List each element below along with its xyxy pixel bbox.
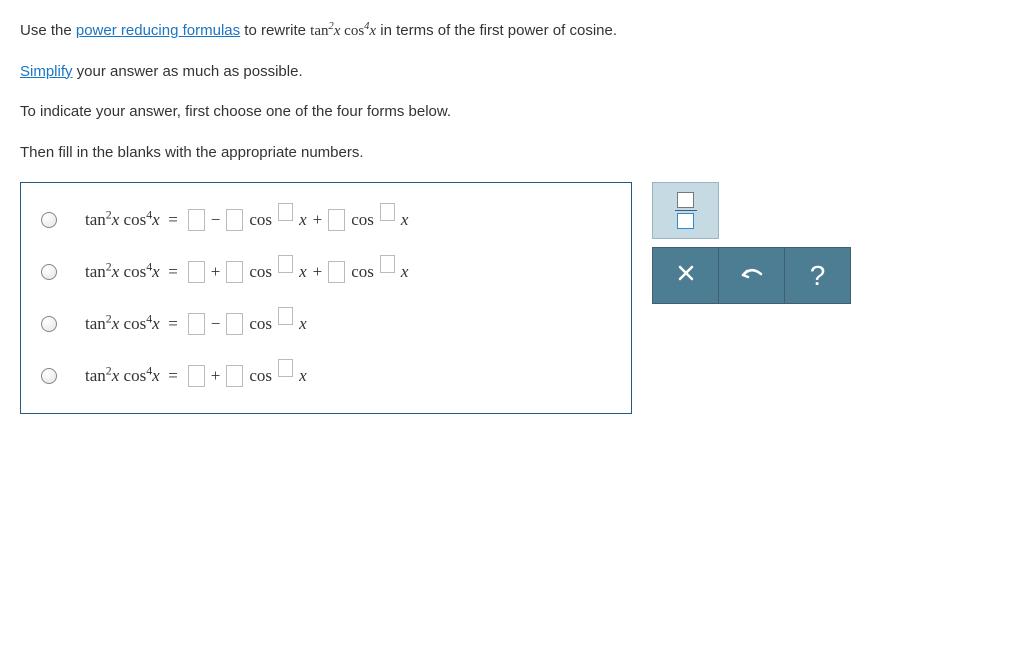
blank-exponent-input[interactable] [278,359,293,377]
option-4-expression: tan2x cos4x = + cos x [85,365,307,387]
var: x [152,314,160,333]
var: x [112,314,120,333]
option-1-radio[interactable] [41,212,57,228]
option-4-radio[interactable] [41,368,57,384]
text: your answer as much as possible. [73,63,303,80]
blank-exponent-input[interactable] [278,203,293,221]
var: x [112,366,120,385]
blank-exponent-input[interactable] [278,255,293,273]
help-icon: ? [810,260,826,292]
blank-input[interactable] [188,365,205,387]
cos-label: cos [249,262,272,282]
equals: = [168,314,178,333]
blank-input[interactable] [226,209,243,231]
option-1: tan2x cos4x = − cos x + cos x [41,209,601,231]
plus-op: + [313,262,323,282]
instruction-line-2: Simplify your answer as much as possible… [20,61,1004,84]
equals: = [168,262,178,281]
undo-icon [739,264,765,288]
cos-label: cos [351,262,374,282]
plus-op: + [313,210,323,230]
plus-op: + [211,262,221,282]
cos-label: cos [124,210,147,229]
option-4: tan2x cos4x = + cos x [41,365,601,387]
var: x [299,314,307,334]
power-reducing-formulas-link[interactable]: power reducing formulas [76,22,240,39]
option-3-radio[interactable] [41,316,57,332]
var: x [152,210,160,229]
blank-exponent-input[interactable] [380,203,395,221]
instruction-line-3: To indicate your answer, first choose on… [20,101,1004,124]
text: Use the [20,22,76,39]
undo-button[interactable] [719,247,785,304]
plus-op: + [211,366,221,386]
var: x [299,262,307,282]
fraction-button[interactable] [652,182,719,239]
option-3: tan2x cos4x = − cos x [41,313,601,335]
cos-label: cos [249,210,272,230]
option-2: tan2x cos4x = + cos x + cos x [41,261,601,283]
instruction-line-4: Then fill in the blanks with the appropr… [20,142,1004,165]
cos-label: cos [124,262,147,281]
cos-label: cos [124,314,147,333]
blank-input[interactable] [188,209,205,231]
tan-label: tan [85,314,106,333]
blank-input[interactable] [226,313,243,335]
blank-exponent-input[interactable] [380,255,395,273]
option-2-radio[interactable] [41,264,57,280]
option-3-expression: tan2x cos4x = − cos x [85,313,307,335]
var: x [112,210,120,229]
toolbar: ? [652,182,851,304]
blank-input[interactable] [226,261,243,283]
minus-op: − [211,314,221,334]
close-icon [676,263,696,289]
var: x [152,262,160,281]
text: in terms of the first power of cosine. [376,22,617,39]
cos-label: cos [249,314,272,334]
instruction-line-1: Use the power reducing formulas to rewri… [20,20,1004,43]
blank-input[interactable] [328,209,345,231]
option-2-expression: tan2x cos4x = + cos x + cos x [85,261,408,283]
tan-label: tan [85,210,106,229]
var: x [299,366,307,386]
blank-input[interactable] [328,261,345,283]
cos-label: cos [249,366,272,386]
cos-label: cos [351,210,374,230]
minus-op: − [211,210,221,230]
equals: = [168,366,178,385]
answer-options-box: tan2x cos4x = − cos x + cos x [20,182,632,414]
tan-label: tan [85,366,106,385]
var: x [401,210,409,230]
var: x [152,366,160,385]
var: x [299,210,307,230]
cos-label: cos [124,366,147,385]
blank-input[interactable] [188,261,205,283]
simplify-link[interactable]: Simplify [20,63,73,80]
clear-button[interactable] [652,247,719,304]
var: x [401,262,409,282]
blank-exponent-input[interactable] [278,307,293,325]
help-button[interactable]: ? [785,247,851,304]
fraction-icon [675,192,697,229]
prompt-expression: tan2x cos4x [310,23,376,39]
tan-label: tan [85,262,106,281]
equals: = [168,210,178,229]
option-1-expression: tan2x cos4x = − cos x + cos x [85,209,408,231]
var: x [112,262,120,281]
blank-input[interactable] [188,313,205,335]
blank-input[interactable] [226,365,243,387]
text: to rewrite [240,22,310,39]
